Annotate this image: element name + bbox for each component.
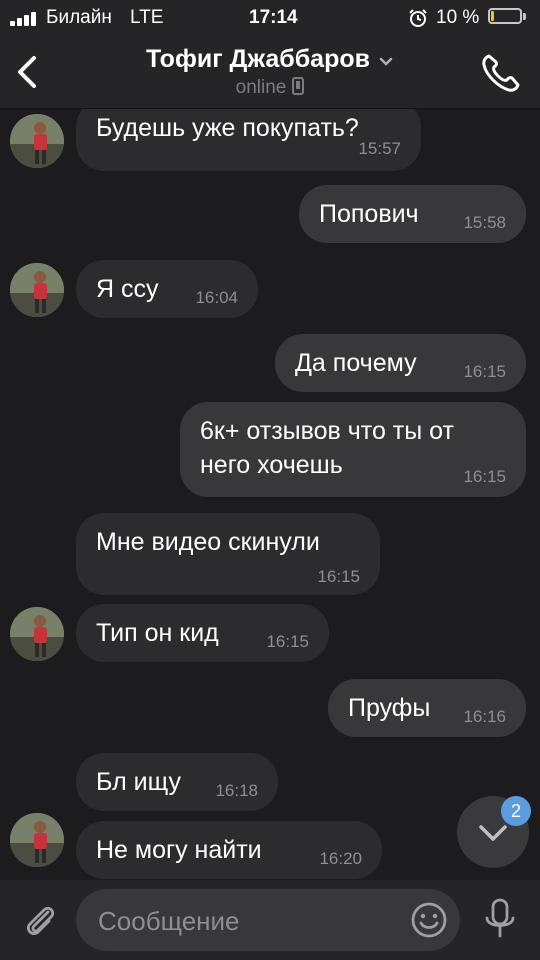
emoji-button[interactable] (410, 901, 448, 939)
contact-title[interactable]: Тофиг Джаббаров online (110, 44, 430, 103)
message-bubble-incoming[interactable]: Бл ищу 16:18 (76, 753, 278, 811)
message-time: 16:04 (195, 288, 238, 307)
call-button[interactable] (478, 50, 524, 96)
phone-icon (482, 54, 520, 92)
message-text: Да почему (295, 349, 417, 377)
chevron-left-icon (18, 56, 36, 88)
message-bubble-incoming[interactable]: Я ссу 16:04 (76, 260, 258, 318)
message-time: 16:15 (463, 467, 506, 486)
message-time: 16:15 (317, 567, 360, 586)
paperclip-icon (26, 906, 55, 935)
back-button[interactable] (8, 50, 48, 94)
attach-button[interactable] (20, 900, 60, 940)
network-type: LTE (130, 7, 164, 28)
message-text: Бл ищу (96, 768, 181, 796)
message-time: 16:15 (266, 632, 309, 651)
message-bubble-incoming[interactable]: Мне видео скинули 16:15 (76, 513, 380, 595)
battery-icon (488, 8, 528, 26)
message-bubble-incoming[interactable]: Будешь уже покупать? 15:57 (76, 109, 421, 171)
message-time: 16:18 (215, 781, 258, 800)
contact-avatar[interactable] (10, 813, 64, 867)
message-bubble-outgoing[interactable]: Да почему 16:15 (275, 334, 526, 392)
message-time: 16:20 (319, 849, 362, 868)
message-text: Тип он кид (96, 619, 219, 647)
microphone-icon (485, 898, 515, 938)
message-text: Я ссу (96, 275, 159, 303)
status-bar: Билайн LTE 17:14 10 % (0, 0, 540, 36)
carrier-name: Билайн (46, 7, 112, 28)
contact-name-row[interactable]: Тофиг Джаббаров (110, 44, 430, 75)
message-text: Будешь уже покупать? (96, 114, 359, 142)
message-bubble-outgoing[interactable]: Пруфы 16:16 (328, 679, 526, 737)
smiley-icon (411, 902, 447, 938)
signal-strength-icon (10, 10, 40, 26)
message-input[interactable] (96, 889, 400, 953)
message-composer (0, 880, 540, 960)
message-list[interactable]: Будешь уже покупать? 15:57 Попович 15:58… (0, 109, 540, 880)
message-input-field[interactable] (76, 889, 460, 953)
chevron-down-icon (378, 45, 394, 75)
message-text: Пруфы (348, 694, 431, 722)
alarm-icon (408, 8, 428, 33)
contact-avatar[interactable] (10, 263, 64, 317)
message-time: 16:16 (463, 707, 506, 726)
message-text: Не могу найти (96, 836, 262, 864)
unread-count-badge: 2 (501, 796, 531, 826)
voice-message-button[interactable] (482, 896, 518, 944)
message-bubble-outgoing[interactable]: Попович 15:58 (299, 185, 526, 243)
message-text: Мне видео скинули (96, 528, 320, 556)
message-bubble-outgoing[interactable]: 6к+ отзывов что ты от него хочешь 16:15 (180, 402, 526, 497)
contact-status: online (235, 77, 287, 99)
mobile-device-icon (292, 77, 305, 103)
message-text-line: него хочешь (200, 451, 343, 479)
message-time: 15:57 (358, 139, 401, 158)
contact-avatar[interactable] (10, 607, 64, 661)
message-time: 16:15 (463, 362, 506, 381)
clock: 17:14 (249, 7, 298, 28)
message-bubble-incoming[interactable]: Тип он кид 16:15 (76, 604, 329, 662)
message-text-line: 6к+ отзывов что ты от (200, 417, 454, 445)
chat-header: Тофиг Джаббаров online (0, 36, 540, 109)
contact-name: Тофиг Джаббаров (145, 45, 370, 73)
battery-percent: 10 % (436, 7, 480, 28)
contact-avatar[interactable] (10, 114, 64, 168)
message-bubble-incoming[interactable]: Не могу найти 16:20 (76, 821, 382, 879)
message-time: 15:58 (463, 213, 506, 232)
message-text: Попович (319, 200, 419, 228)
